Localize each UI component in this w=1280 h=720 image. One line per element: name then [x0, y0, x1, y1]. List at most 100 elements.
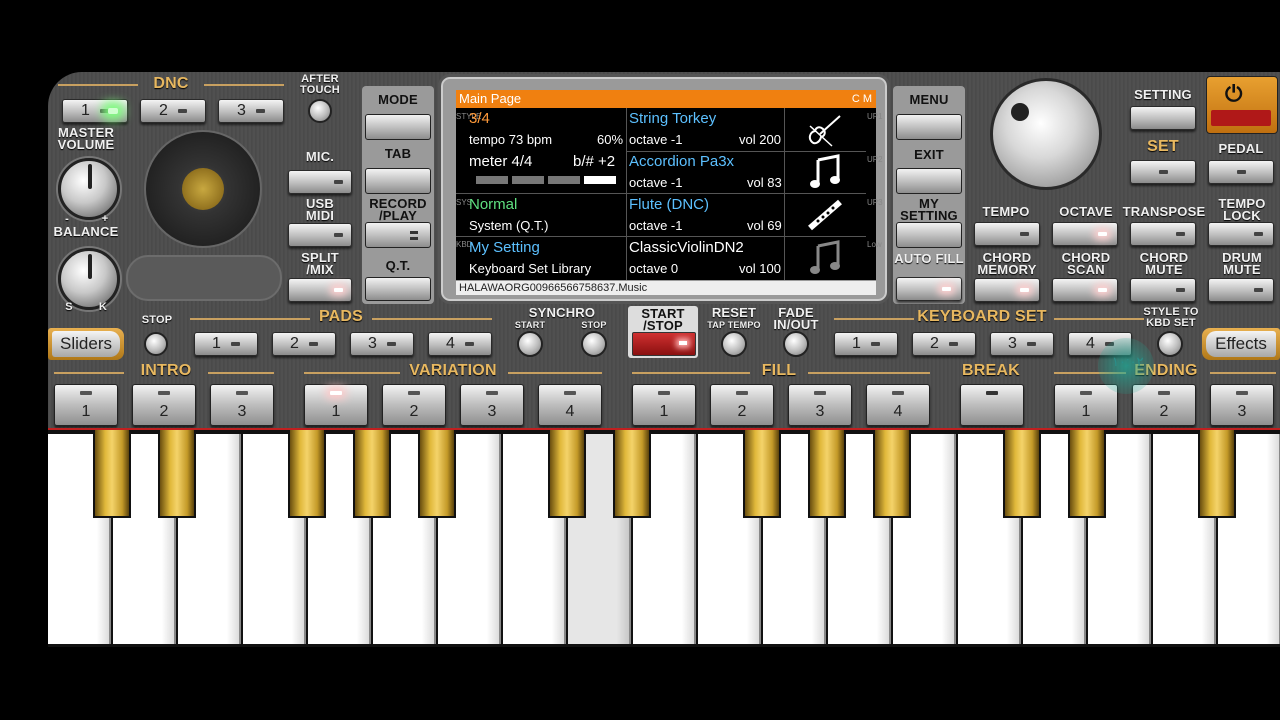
octave-button[interactable] — [1052, 222, 1118, 246]
pad-button-2[interactable]: 2 — [272, 332, 336, 356]
keyboard-set-button-3[interactable]: 3 — [990, 332, 1054, 356]
drum-mute-label: DRUM MUTE — [1222, 250, 1262, 277]
black-key[interactable] — [288, 430, 326, 518]
effects-button[interactable]: Effects — [1206, 331, 1276, 357]
chord-scan-button[interactable] — [1052, 278, 1118, 302]
fill-button-3[interactable]: 3 — [788, 384, 852, 426]
synchro-start-knob[interactable] — [517, 331, 543, 357]
keyboard-set-button-1[interactable]: 1 — [834, 332, 898, 356]
kbd-name[interactable]: My Setting — [469, 239, 540, 256]
black-key[interactable] — [93, 430, 131, 518]
split-mix-button[interactable] — [288, 278, 352, 302]
variation-button-4[interactable]: 4 — [538, 384, 602, 426]
intro-button-3[interactable]: 3 — [210, 384, 274, 426]
fill-button-4[interactable]: 4 — [866, 384, 930, 426]
variation-button-1[interactable]: 1 — [304, 384, 368, 426]
style-to-kbd-label: STYLE TO KBD SET — [1143, 306, 1199, 329]
tempo-button[interactable] — [974, 222, 1040, 246]
black-key[interactable] — [548, 430, 586, 518]
fill-button-1[interactable]: 1 — [632, 384, 696, 426]
fill-button-2[interactable]: 2 — [710, 384, 774, 426]
setting-button[interactable] — [1130, 106, 1196, 130]
intro-button-2[interactable]: 2 — [132, 384, 196, 426]
tab-button[interactable] — [365, 168, 431, 194]
black-key[interactable] — [808, 430, 846, 518]
black-key[interactable] — [743, 430, 781, 518]
sliders-button[interactable]: Sliders — [52, 331, 120, 357]
black-key[interactable] — [418, 430, 456, 518]
qt-button[interactable] — [365, 277, 431, 301]
turntable-disc[interactable] — [144, 130, 262, 248]
dnc-led — [108, 108, 118, 114]
usb-midi-button[interactable] — [288, 223, 352, 247]
ending-button-2[interactable]: 2 — [1132, 384, 1196, 426]
start-stop-button[interactable] — [632, 332, 696, 356]
black-key[interactable] — [158, 430, 196, 518]
ending-button-3[interactable]: 3 — [1210, 384, 1274, 426]
pad-button-3[interactable]: 3 — [350, 332, 414, 356]
tap-tempo-knob[interactable] — [721, 331, 747, 357]
tempo-lock-button[interactable] — [1208, 222, 1274, 246]
dnc-button-3[interactable]: 3 — [218, 99, 284, 123]
dnc-button-1[interactable]: 1 — [62, 99, 128, 123]
touch-pad[interactable] — [126, 255, 282, 301]
mic-button[interactable] — [288, 170, 352, 194]
drum-mute-button[interactable] — [1208, 278, 1274, 302]
voice-up1-name[interactable]: String Torkey — [629, 110, 716, 127]
menu-button[interactable] — [896, 114, 962, 140]
auto-fill-button[interactable] — [896, 277, 962, 301]
black-key[interactable] — [1068, 430, 1106, 518]
tap-tempo-label: TAP TEMPO — [707, 320, 761, 330]
voice-up2-vol: vol 83 — [747, 175, 782, 190]
black-key[interactable] — [613, 430, 651, 518]
jog-dial[interactable] — [990, 78, 1102, 190]
logo-icon — [182, 168, 224, 210]
black-key[interactable] — [353, 430, 391, 518]
fade-knob[interactable] — [783, 331, 809, 357]
voice-up1-octave: octave -1 — [629, 132, 683, 147]
voice-low-name[interactable]: ClassicViolinDN2 — [629, 239, 744, 256]
variation-button-3[interactable]: 3 — [460, 384, 524, 426]
after-touch-knob[interactable] — [308, 99, 332, 123]
chord-mute-button[interactable] — [1130, 278, 1196, 302]
pads-stop-knob[interactable] — [144, 332, 168, 356]
beat-indicator — [476, 176, 616, 184]
chord-memory-button[interactable] — [974, 278, 1040, 302]
pad-button-1[interactable]: 1 — [194, 332, 258, 356]
break-button[interactable] — [960, 384, 1024, 426]
variation-button-2[interactable]: 2 — [382, 384, 446, 426]
black-key[interactable] — [1198, 430, 1236, 518]
synchro-label: SYNCHRO — [528, 305, 596, 320]
sys-name[interactable]: Normal — [469, 196, 517, 213]
black-key[interactable] — [873, 430, 911, 518]
record-play-button[interactable] — [365, 222, 431, 248]
style-transpose: b/# +2 — [573, 153, 616, 170]
exit-button[interactable] — [896, 168, 962, 194]
fade-label: FADE IN/OUT — [773, 305, 819, 332]
intro-button-1[interactable]: 1 — [54, 384, 118, 426]
setting-label: SETTING — [1134, 87, 1192, 102]
power-button[interactable]: ⏻ — [1206, 76, 1278, 134]
display-screen: Main Page C M STYLE 3/4 tempo 73 bpm 60%… — [438, 74, 890, 304]
mode-button[interactable] — [365, 114, 431, 140]
transpose-button[interactable] — [1130, 222, 1196, 246]
set-button[interactable] — [1130, 160, 1196, 184]
power-icon: ⏻ — [1225, 81, 1243, 106]
style-time-sig[interactable]: 3/4 — [469, 110, 490, 127]
auto-fill-label: AUTO FILL — [894, 251, 964, 266]
pad-button-4[interactable]: 4 — [428, 332, 492, 356]
black-key[interactable] — [1003, 430, 1041, 518]
master-volume-knob[interactable] — [58, 158, 120, 220]
my-setting-button[interactable] — [896, 222, 962, 248]
pads-title: PADS — [318, 308, 364, 325]
voice-up1-vol: vol 200 — [739, 132, 781, 147]
dnc-button-2[interactable]: 2 — [140, 99, 206, 123]
usb-midi-label: USB MIDI — [305, 196, 335, 223]
ending-button-1[interactable]: 1 — [1054, 384, 1118, 426]
synchro-stop-knob[interactable] — [581, 331, 607, 357]
pedal-button[interactable] — [1208, 160, 1274, 184]
music-note-icon — [810, 240, 840, 274]
keyboard-set-button-2[interactable]: 2 — [912, 332, 976, 356]
voice-up2-name[interactable]: Accordion Pa3x — [629, 153, 734, 170]
voice-up3-name[interactable]: Flute (DNC) — [629, 196, 709, 213]
